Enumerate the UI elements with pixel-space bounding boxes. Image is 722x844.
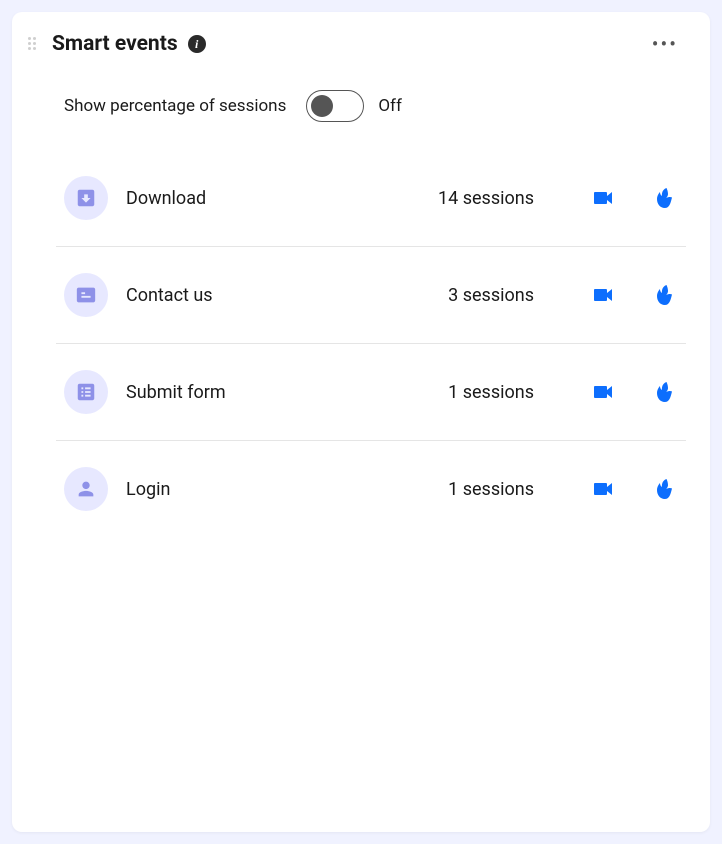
event-row[interactable]: Submit form 1 sessions xyxy=(56,344,686,441)
event-sessions: 3 sessions xyxy=(448,285,534,306)
download-icon xyxy=(64,176,108,220)
smart-events-card: Smart events ••• Show percentage of sess… xyxy=(12,12,710,832)
event-name: Submit form xyxy=(126,382,430,403)
drag-handle-icon[interactable] xyxy=(28,37,42,51)
toggle-label: Show percentage of sessions xyxy=(64,96,286,116)
event-row[interactable]: Login 1 sessions xyxy=(56,441,686,537)
video-icon[interactable] xyxy=(590,379,616,405)
more-menu-icon[interactable]: ••• xyxy=(644,28,686,60)
video-icon[interactable] xyxy=(590,185,616,211)
login-icon xyxy=(64,467,108,511)
event-list: Download 14 sessions Contact us 3 sessio… xyxy=(12,150,710,537)
toggle-state: Off xyxy=(378,96,402,116)
event-sessions: 1 sessions xyxy=(448,479,534,500)
event-row[interactable]: Download 14 sessions xyxy=(56,150,686,247)
event-name: Login xyxy=(126,479,430,500)
toggle-knob xyxy=(311,95,333,117)
info-icon[interactable] xyxy=(188,35,206,53)
event-sessions: 1 sessions xyxy=(448,382,534,403)
percentage-toggle[interactable] xyxy=(306,90,364,122)
video-icon[interactable] xyxy=(590,282,616,308)
card-header: Smart events ••• xyxy=(12,28,710,60)
event-name: Contact us xyxy=(126,285,430,306)
flame-icon[interactable] xyxy=(652,282,678,308)
contact-icon xyxy=(64,273,108,317)
event-row[interactable]: Contact us 3 sessions xyxy=(56,247,686,344)
toggle-wrap: Off xyxy=(306,90,402,122)
event-sessions: 14 sessions xyxy=(438,188,534,209)
toggle-row: Show percentage of sessions Off xyxy=(12,60,710,150)
video-icon[interactable] xyxy=(590,476,616,502)
flame-icon[interactable] xyxy=(652,185,678,211)
event-name: Download xyxy=(126,188,420,209)
flame-icon[interactable] xyxy=(652,379,678,405)
flame-icon[interactable] xyxy=(652,476,678,502)
card-title: Smart events xyxy=(52,32,178,56)
form-icon xyxy=(64,370,108,414)
